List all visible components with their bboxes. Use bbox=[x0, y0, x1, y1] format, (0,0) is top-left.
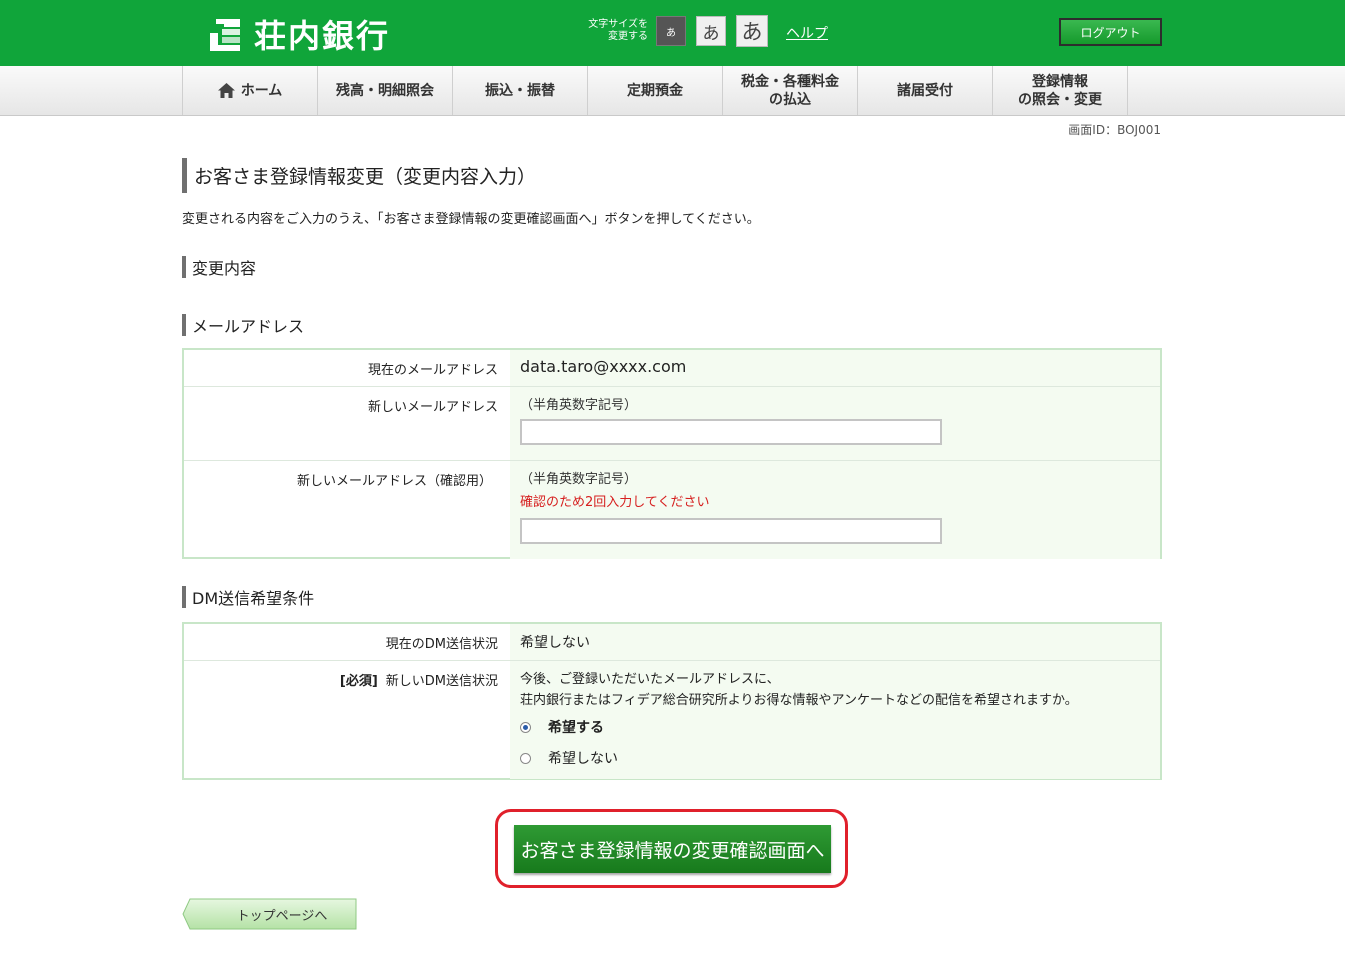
new-email-input[interactable] bbox=[520, 419, 942, 445]
nav-item-label-line1: 税金・各種料金 bbox=[741, 73, 839, 90]
current-dm-value: 希望しない bbox=[510, 624, 1160, 660]
main-nav: ホーム 残高・明細照会 振込・振替 定期預金 税金・各種料金 の払込 諸届受付 … bbox=[0, 66, 1345, 116]
page-title: お客さま登録情報変更（変更内容入力） bbox=[182, 158, 536, 193]
nav-item-label-line2: の払込 bbox=[769, 91, 811, 108]
confirm-email-label: 新しいメールアドレス（確認用） bbox=[296, 474, 492, 489]
dm-panel: 現在のDM送信状況 希望しない [必須] 新しいDM送信状況 今後、ご登録いただい… bbox=[182, 622, 1162, 780]
dm-radio-yes[interactable] bbox=[520, 721, 531, 733]
new-dm-label-cell: [必須] 新しいDM送信状況 bbox=[184, 661, 510, 779]
nav-item-label: ホーム bbox=[240, 82, 283, 99]
current-email-label: 現在のメールアドレス bbox=[367, 363, 498, 378]
header-bar: 荘内銀行 文字サイズを 変更する あ あ あ ヘルプ ログアウト bbox=[0, 0, 1345, 66]
dm-description-line1: 今後、ご登録いただいたメールアドレスに、 bbox=[520, 672, 780, 687]
nav-item-label: 定期預金 bbox=[627, 82, 683, 99]
confirm-email-input[interactable] bbox=[520, 518, 942, 544]
help-link[interactable]: ヘルプ bbox=[786, 23, 828, 43]
screen-id: 画面ID：BOJ001 bbox=[1068, 123, 1161, 137]
font-size-label-line1: 文字サイズを bbox=[588, 19, 648, 30]
top-page-button-label: トップページへ bbox=[236, 908, 328, 924]
bank-logo[interactable]: 荘内銀行 bbox=[206, 14, 391, 55]
new-email-row: 新しいメールアドレス （半角英数字記号） bbox=[184, 387, 1160, 461]
nav-item-label: 諸届受付 bbox=[897, 82, 953, 99]
nav-item-tax-payment[interactable]: 税金・各種料金 の払込 bbox=[723, 66, 858, 115]
logout-button[interactable]: ログアウト bbox=[1059, 18, 1162, 46]
nav-item-label-line2: の照会・変更 bbox=[1018, 91, 1102, 108]
top-page-button[interactable]: トップページへ bbox=[182, 898, 357, 930]
current-dm-row: 現在のDM送信状況 希望しない bbox=[184, 624, 1160, 661]
font-size-small-button[interactable]: あ bbox=[656, 16, 686, 46]
confirm-email-note: （半角英数字記号） bbox=[520, 472, 638, 487]
confirm-change-button[interactable]: お客さま登録情報の変更確認画面へ bbox=[514, 825, 831, 873]
nav-item-balance[interactable]: 残高・明細照会 bbox=[318, 66, 453, 115]
dm-option-yes[interactable]: 希望する bbox=[520, 717, 1150, 737]
current-email-value: data.taro@xxxx.com bbox=[510, 350, 1160, 386]
confirm-email-row: 新しいメールアドレス（確認用） （半角英数字記号） 確認のため2回入力してくださ… bbox=[184, 461, 1160, 559]
confirm-email-warning: 確認のため2回入力してください bbox=[520, 495, 710, 510]
new-email-note: （半角英数字記号） bbox=[520, 398, 638, 413]
dm-option-no[interactable]: 希望しない bbox=[520, 748, 1150, 768]
dm-option-yes-label: 希望する bbox=[548, 720, 604, 736]
nav-item-registration-info[interactable]: 登録情報 の照会・変更 bbox=[993, 66, 1128, 115]
page-instructions: 変更される内容をご入力のうえ、「お客さま登録情報の変更確認画面へ」ボタンを押して… bbox=[182, 212, 760, 227]
section-heading-change: 変更内容 bbox=[182, 256, 256, 278]
section-heading-email: メールアドレス bbox=[182, 314, 304, 336]
nav-item-notifications[interactable]: 諸届受付 bbox=[858, 66, 993, 115]
font-size-medium-button[interactable]: あ bbox=[696, 16, 726, 46]
email-panel: 現在のメールアドレス data.taro@xxxx.com 新しいメールアドレス… bbox=[182, 348, 1162, 559]
nav-item-transfer[interactable]: 振込・振替 bbox=[453, 66, 588, 115]
dm-radio-no[interactable] bbox=[520, 752, 531, 764]
dm-option-no-label: 希望しない bbox=[548, 751, 618, 767]
nav-item-label-line1: 登録情報 bbox=[1032, 73, 1088, 90]
new-dm-label: 新しいDM送信状況 bbox=[385, 674, 498, 689]
nav-item-time-deposit[interactable]: 定期預金 bbox=[588, 66, 723, 115]
dm-description-line2: 荘内銀行またはフィデア総合研究所よりお得な情報やアンケートなどの配信を希望されま… bbox=[520, 693, 1078, 708]
nav-item-label: 残高・明細照会 bbox=[336, 82, 434, 99]
section-heading-dm: DM送信希望条件 bbox=[182, 586, 314, 608]
bank-logo-icon bbox=[210, 19, 240, 51]
new-dm-row: [必須] 新しいDM送信状況 今後、ご登録いただいたメールアドレスに、 荘内銀行ま… bbox=[184, 661, 1160, 779]
current-dm-label: 現在のDM送信状況 bbox=[385, 637, 498, 652]
current-email-row: 現在のメールアドレス data.taro@xxxx.com bbox=[184, 350, 1160, 387]
required-badge: [必須] bbox=[339, 674, 378, 689]
font-size-large-button[interactable]: あ bbox=[736, 15, 768, 47]
new-email-label: 新しいメールアドレス bbox=[367, 400, 498, 415]
font-size-label-line2: 変更する bbox=[608, 31, 648, 42]
home-icon bbox=[217, 83, 235, 98]
bank-name: 荘内銀行 bbox=[254, 17, 391, 55]
nav-item-home[interactable]: ホーム bbox=[183, 66, 318, 115]
nav-item-label: 振込・振替 bbox=[485, 82, 555, 99]
font-size-label: 文字サイズを 変更する bbox=[580, 19, 648, 43]
